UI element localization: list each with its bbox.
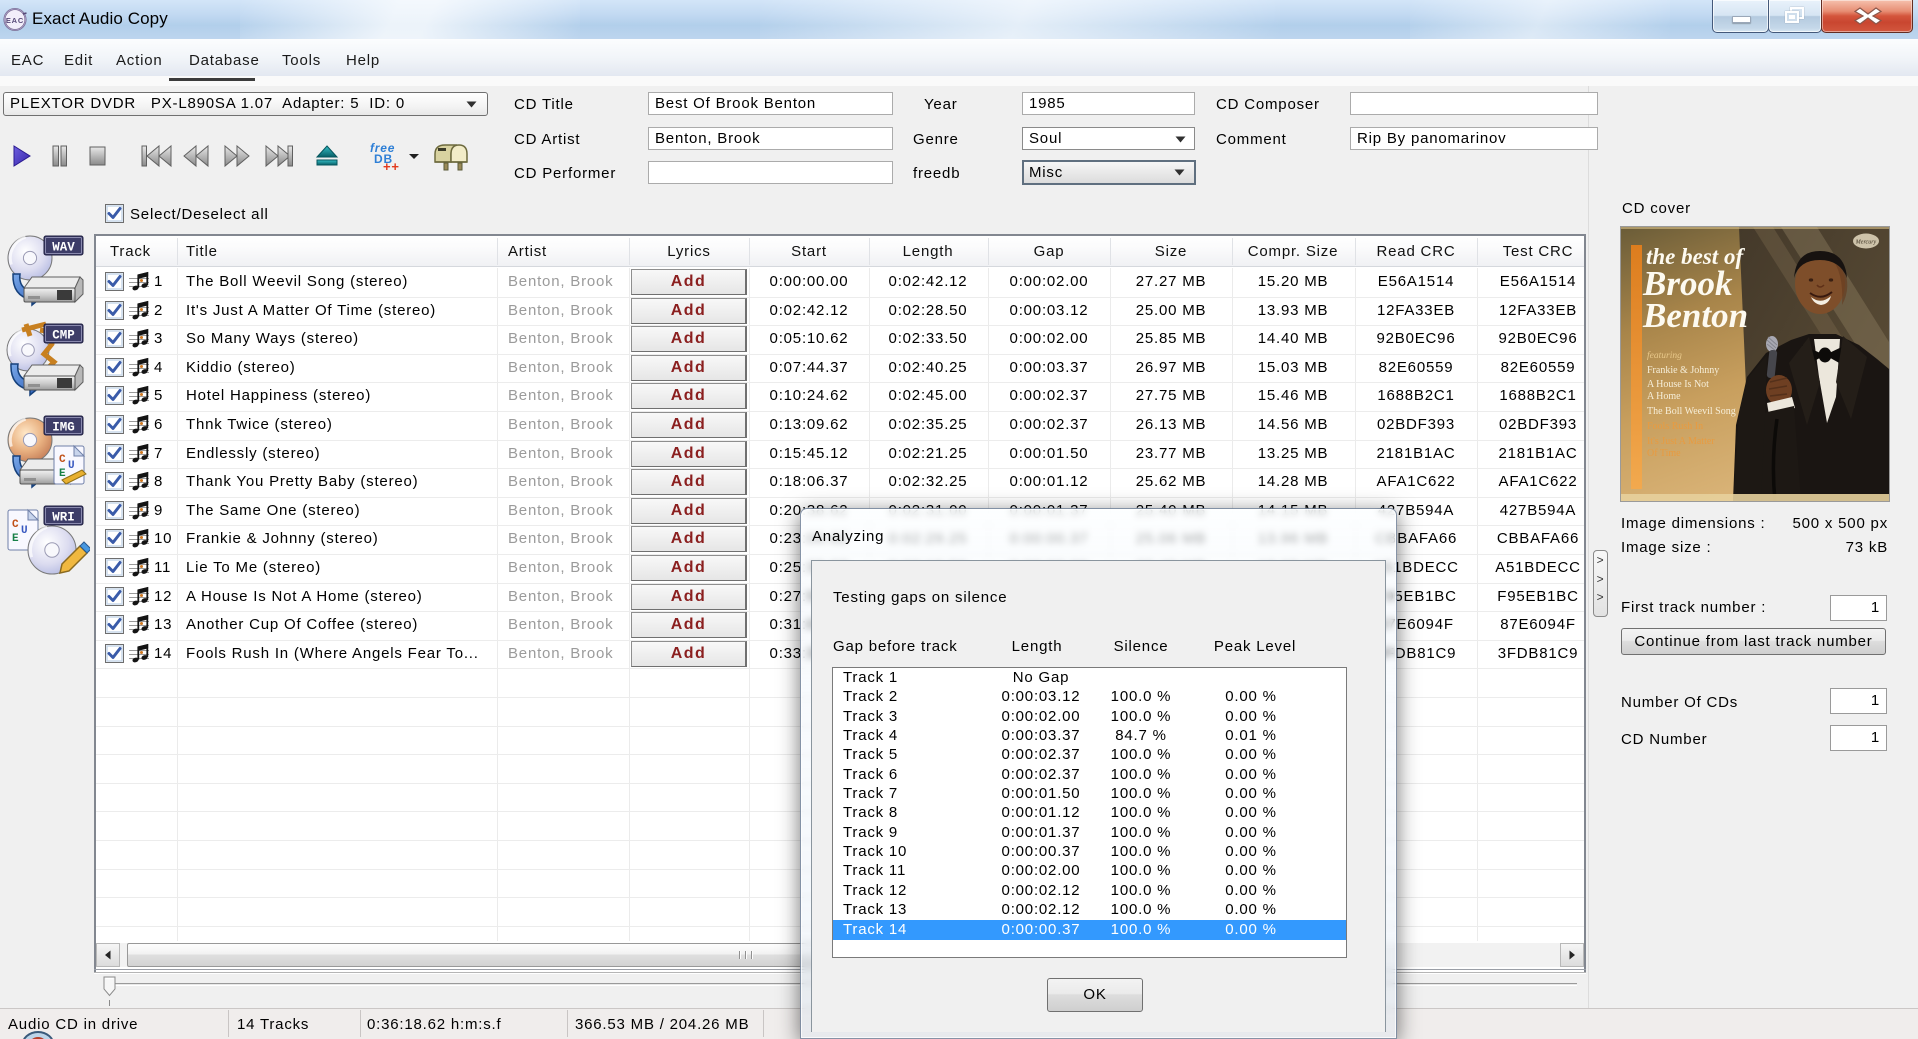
- svg-text:IMG: IMG: [52, 421, 75, 435]
- svg-text:U: U: [68, 460, 75, 472]
- svg-text:E: E: [12, 533, 19, 545]
- svg-text:U: U: [21, 525, 28, 537]
- svg-text:C: C: [12, 519, 19, 531]
- svg-text:WRI: WRI: [52, 511, 75, 525]
- svg-text:EAC: EAC: [6, 16, 24, 25]
- svg-text:++: ++: [383, 159, 400, 174]
- svg-text:WAV: WAV: [52, 241, 75, 255]
- svg-text:C: C: [59, 454, 66, 466]
- svg-text:CMP: CMP: [52, 329, 75, 343]
